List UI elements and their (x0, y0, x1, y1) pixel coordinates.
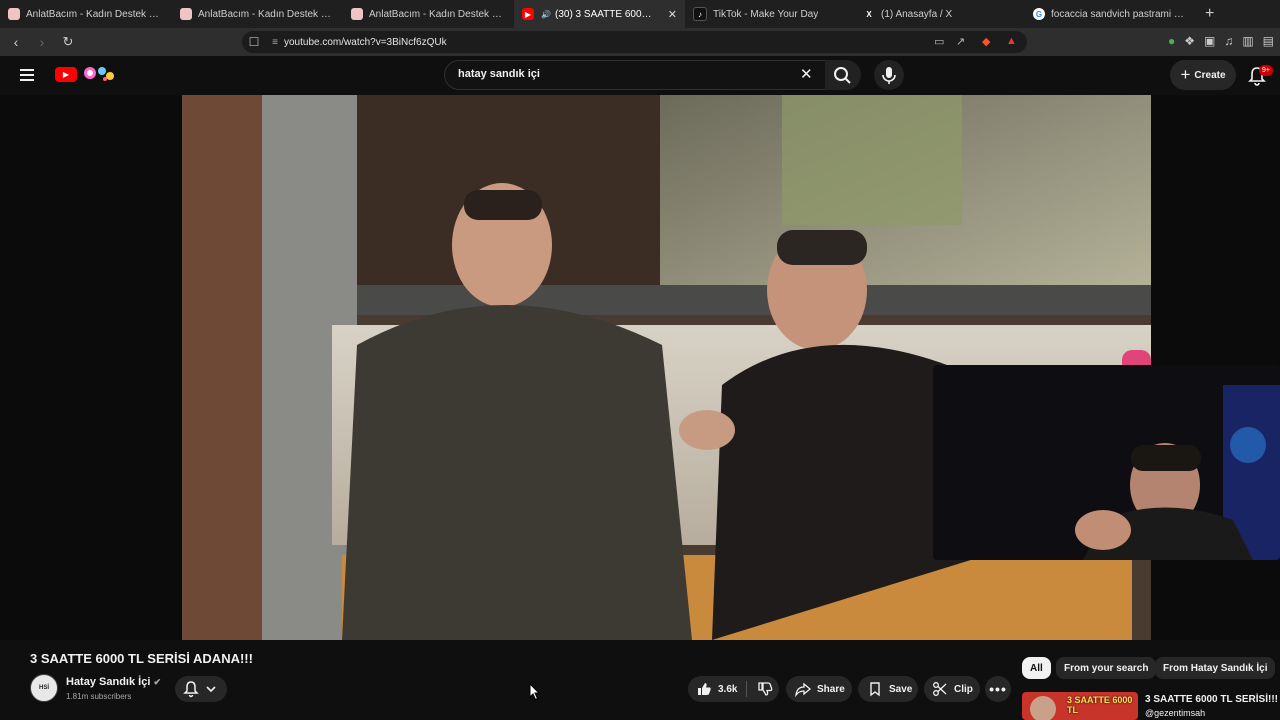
browser-tab[interactable]: ♪ TikTok - Make Your Day (685, 0, 855, 28)
browser-tab[interactable]: X (1) Anasayfa / X (855, 0, 1025, 28)
recommendation-thumbnail[interactable]: 3 SAATTE 6000 TL (1022, 692, 1138, 720)
browser-tab[interactable]: AnlatBacım - Kadın Destek Platformu (172, 0, 343, 28)
dislike-button[interactable] (747, 681, 779, 697)
youtube-logo-icon[interactable]: ▶ (55, 67, 77, 82)
wallet-icon[interactable]: ▤ (1263, 34, 1274, 48)
subscription-bell-button[interactable] (175, 676, 227, 702)
thumbnail-text: 3 SAATTE 6000 TL (1067, 695, 1133, 715)
channel-avatar[interactable]: HSİ (30, 674, 58, 702)
clip-button[interactable]: Clip (924, 676, 980, 702)
sidebar-icon[interactable]: ▥ (1242, 34, 1253, 48)
extension-leaf-icon[interactable]: ● (1168, 34, 1175, 48)
video-title: 3 SAATTE 6000 TL SERİSİ ADANA!!! (30, 651, 253, 666)
brave-shield-icon[interactable]: ◆ (982, 35, 990, 48)
like-button[interactable]: 3.6k (696, 681, 746, 697)
plus-icon: + (1180, 65, 1191, 84)
bookmark-save-icon (870, 682, 880, 697)
menu-icon[interactable] (20, 69, 34, 81)
close-tab-icon[interactable]: ✕ (668, 8, 677, 21)
tiktok-icon: ♪ (693, 7, 707, 21)
subscriber-count: 1.81m subscribers (66, 692, 132, 701)
browser-tab[interactable]: AnlatBacım - Kadın Destek Platformu (0, 0, 172, 28)
save-button[interactable]: Save (858, 676, 918, 702)
url-text[interactable]: youtube.com/watch?v=3BiNcf6zQUk (284, 37, 447, 48)
downloads-icon[interactable]: ▣ (1204, 34, 1215, 48)
chip-from-channel[interactable]: From Hatay Sandık İçi (1155, 657, 1276, 679)
channel-name[interactable]: Hatay Sandık İçi ✔ (66, 676, 161, 688)
browser-tab-active[interactable]: ▶ 🔊 (30) 3 SAATTE 6000 TL SERİSİ ✕ (514, 0, 685, 28)
search-icon (834, 67, 851, 84)
search-button[interactable] (825, 60, 861, 90)
youtube-header: ▶ ✕ + Create 9+ (0, 56, 1280, 96)
site-favicon-icon (351, 8, 363, 20)
extensions-icon[interactable]: ❖ (1184, 34, 1195, 48)
scissors-icon (933, 682, 947, 696)
recommendation-channel[interactable]: @gezentimsah (1145, 708, 1205, 718)
address-bar[interactable]: ☐ ≡ youtube.com/watch?v=3BiNcf6zQUk ▭ ↗ … (242, 31, 1027, 53)
thumbs-up-icon (698, 683, 711, 695)
browser-tab[interactable]: G focaccia sandvich pastrami - Google (1025, 0, 1195, 28)
doodle-logo-icon[interactable] (80, 64, 116, 84)
like-count: 3.6k (718, 683, 738, 695)
browser-tab[interactable]: AnlatBacım - Kadın Destek Platformu (343, 0, 514, 28)
more-dots-icon: ••• (989, 681, 1007, 697)
voice-search-button[interactable] (874, 60, 904, 90)
reload-icon[interactable]: ↻ (58, 34, 78, 50)
bookmark-icon[interactable]: ☐ (242, 35, 266, 49)
new-tab-icon[interactable]: + (1205, 5, 1214, 23)
speaker-icon[interactable]: 🔊 (540, 8, 552, 20)
rewards-icon[interactable]: ▲ (1006, 35, 1017, 47)
create-button[interactable]: + Create (1170, 60, 1236, 90)
bell-dropdown-icon (183, 681, 216, 698)
chip-all[interactable]: All (1022, 657, 1051, 679)
site-favicon-icon (8, 8, 20, 20)
youtube-icon: ▶ (522, 8, 534, 20)
search-box[interactable] (444, 60, 826, 90)
microphone-icon (882, 67, 896, 84)
chip-from-your-search[interactable]: From your search (1056, 657, 1157, 679)
cast-icon[interactable]: ▭ (934, 35, 944, 48)
mouse-cursor-icon (529, 683, 541, 701)
more-actions-button[interactable]: ••• (985, 676, 1011, 702)
browser-tab-bar: AnlatBacım - Kadın Destek Platformu Anla… (0, 0, 1280, 28)
site-favicon-icon (180, 8, 192, 20)
webcam-overlay-image (933, 365, 1280, 560)
share-page-icon[interactable]: ↗ (956, 35, 965, 48)
notification-count-badge: 9+ (1259, 65, 1273, 76)
verified-icon: ✔ (153, 677, 161, 687)
like-dislike-group: 3.6k (688, 676, 779, 702)
thumbs-down-icon (758, 682, 773, 696)
media-icon[interactable]: ♫ (1224, 34, 1233, 48)
forward-icon[interactable]: › (32, 34, 52, 50)
recommendation-title[interactable]: 3 SAATTE 6000 TL SERİSİ!!! (1145, 694, 1278, 705)
search-input[interactable] (456, 67, 790, 81)
google-icon: G (1033, 8, 1045, 20)
site-info-icon[interactable]: ≡ (266, 37, 284, 48)
share-icon (795, 682, 811, 697)
x-icon: X (866, 9, 872, 19)
clear-search-icon[interactable]: ✕ (800, 65, 813, 83)
back-icon[interactable]: ‹ (6, 34, 26, 50)
browser-toolbar: ‹ › ↻ ☐ ≡ youtube.com/watch?v=3BiNcf6zQU… (0, 28, 1280, 56)
share-button[interactable]: Share (786, 676, 852, 702)
